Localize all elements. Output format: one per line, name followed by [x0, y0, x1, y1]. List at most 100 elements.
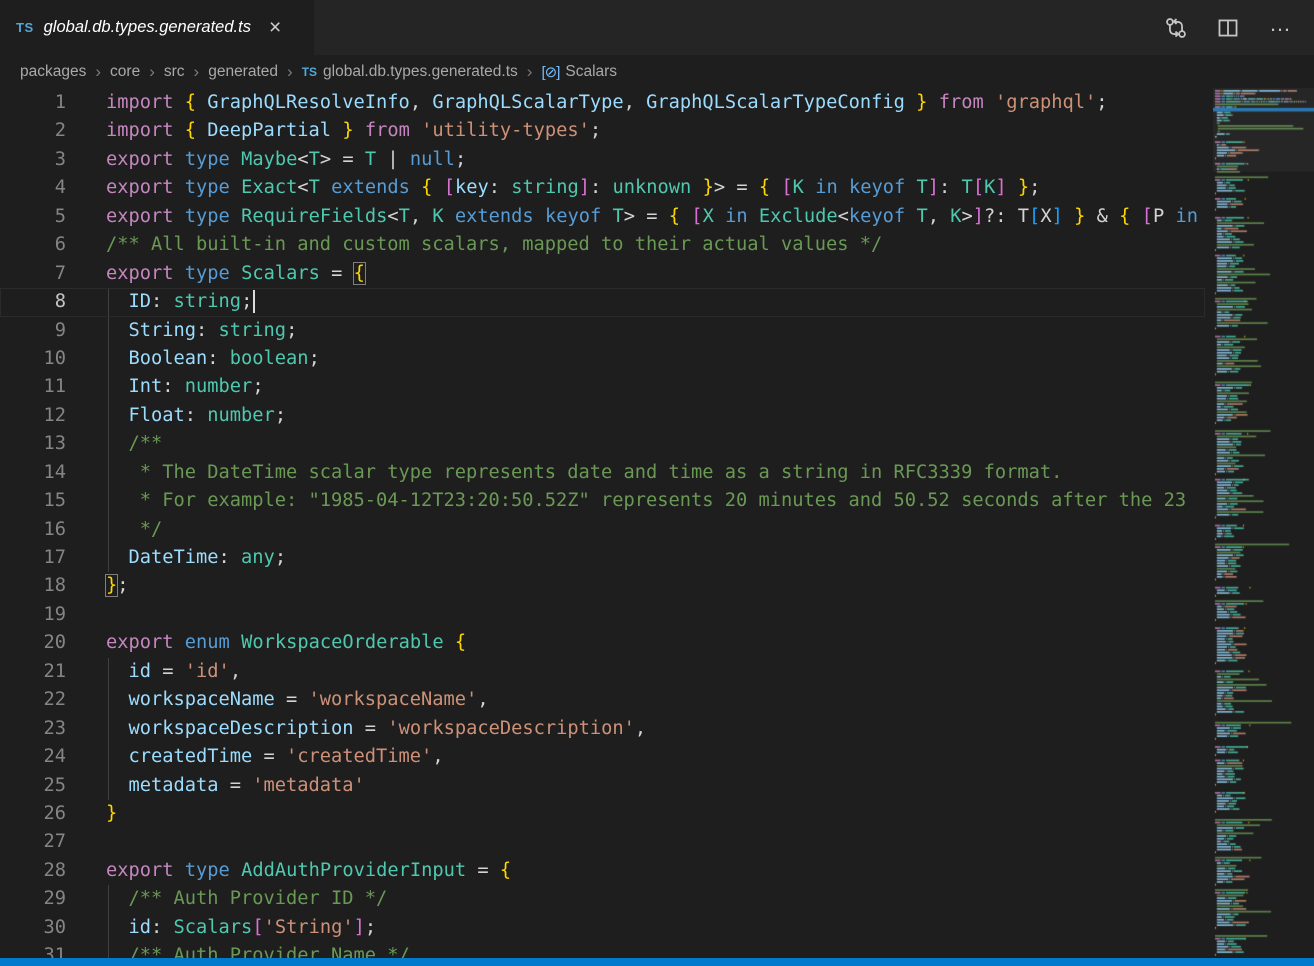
line-number: 3	[0, 146, 66, 174]
line-content: /**	[106, 430, 162, 458]
text-cursor	[253, 290, 255, 313]
line-number: 6	[0, 231, 66, 259]
more-actions-icon[interactable]: …	[1269, 24, 1292, 32]
breadcrumb-separator: ›	[526, 62, 534, 82]
code-line[interactable]: 10 Boolean: boolean;	[0, 345, 1205, 373]
code-line[interactable]: 15 * For example: "1985-04-12T23:20:50.5…	[0, 487, 1205, 515]
line-number: 20	[0, 629, 66, 657]
line-number: 1	[0, 89, 66, 117]
line-content: Float: number;	[106, 402, 286, 430]
code-line[interactable]: 2import { DeepPartial } from 'utility-ty…	[0, 117, 1205, 145]
line-content: workspaceDescription = 'workspaceDescrip…	[106, 715, 646, 743]
breadcrumb-label: core	[110, 63, 140, 81]
line-content: /** All built-in and custom scalars, map…	[106, 231, 882, 259]
line-number: 23	[0, 715, 66, 743]
line-content: Int: number;	[106, 373, 264, 401]
code-line[interactable]: 30 id: Scalars['String'];	[0, 914, 1205, 942]
line-number: 19	[0, 601, 66, 629]
line-number: 27	[0, 828, 66, 856]
line-content: Boolean: boolean;	[106, 345, 320, 373]
line-number: 5	[0, 203, 66, 231]
code-line[interactable]: 21 id = 'id',	[0, 658, 1205, 686]
line-number: 4	[0, 174, 66, 202]
line-number: 30	[0, 914, 66, 942]
tab-bar: TS global.db.types.generated.ts ×	[0, 0, 1314, 55]
code-line[interactable]: 9 String: string;	[0, 317, 1205, 345]
code-line[interactable]: 23 workspaceDescription = 'workspaceDesc…	[0, 715, 1205, 743]
breadcrumb-item-src[interactable]: src	[164, 63, 185, 81]
line-number: 31	[0, 942, 66, 958]
breadcrumb-item-scalars[interactable]: [⊘]Scalars	[541, 63, 617, 81]
line-number: 9	[0, 317, 66, 345]
breadcrumb-label: packages	[20, 63, 86, 81]
breadcrumb-label: global.db.types.generated.ts	[323, 63, 518, 81]
code-line[interactable]: 31 /** Auth Provider Name */	[0, 942, 1205, 958]
breadcrumb-item-packages[interactable]: packages	[20, 63, 86, 81]
breadcrumb-label: Scalars	[565, 63, 617, 81]
code-line[interactable]: 27	[0, 828, 1205, 856]
breadcrumb-label: generated	[208, 63, 278, 81]
line-number: 29	[0, 885, 66, 913]
line-content: export type RequireFields<T, K extends k…	[106, 203, 1205, 231]
line-content: export type Exact<T extends { [key: stri…	[106, 174, 1040, 202]
line-content: String: string;	[106, 317, 297, 345]
line-number: 12	[0, 402, 66, 430]
code-line[interactable]: 24 createdTime = 'createdTime',	[0, 743, 1205, 771]
line-number: 2	[0, 117, 66, 145]
code-line[interactable]: 14 * The DateTime scalar type represents…	[0, 459, 1205, 487]
code-line[interactable]: 29 /** Auth Provider ID */	[0, 885, 1205, 913]
tab-title: global.db.types.generated.ts	[44, 18, 251, 37]
code-line[interactable]: 26}	[0, 800, 1205, 828]
vscode-window: TS global.db.types.generated.ts ×	[0, 0, 1314, 966]
line-number: 16	[0, 516, 66, 544]
split-editor-icon[interactable]	[1217, 17, 1239, 39]
open-changes-icon[interactable]	[1165, 17, 1187, 39]
breadcrumb-item-generated[interactable]: generated	[208, 63, 278, 81]
code-line[interactable]: 28export type AddAuthProviderInput = {	[0, 857, 1205, 885]
code-line[interactable]: 12 Float: number;	[0, 402, 1205, 430]
code-line[interactable]: 7export type Scalars = {	[0, 260, 1205, 288]
typescript-file-icon: TS	[16, 20, 34, 35]
line-content: };	[106, 572, 129, 600]
breadcrumb-label: src	[164, 63, 185, 81]
code-line[interactable]: 13 /**	[0, 430, 1205, 458]
code-line[interactable]: 25 metadata = 'metadata'	[0, 772, 1205, 800]
code-line[interactable]: 11 Int: number;	[0, 373, 1205, 401]
line-number: 17	[0, 544, 66, 572]
editor-actions: …	[1165, 0, 1314, 55]
code-line[interactable]: 17 DateTime: any;	[0, 544, 1205, 572]
line-number: 28	[0, 857, 66, 885]
tab-global-db-types-generated-ts[interactable]: TS global.db.types.generated.ts ×	[0, 0, 314, 55]
breadcrumb-item-core[interactable]: core	[110, 63, 140, 81]
tab-close-icon[interactable]: ×	[269, 17, 281, 38]
breadcrumb-item-global-db-types-generated-ts[interactable]: TSglobal.db.types.generated.ts	[302, 63, 518, 81]
minimap[interactable]	[1213, 88, 1314, 958]
line-content: * The DateTime scalar type represents da…	[106, 459, 1062, 487]
code-line[interactable]: 16 */	[0, 516, 1205, 544]
status-bar[interactable]	[0, 958, 1314, 966]
code-line[interactable]: 1import { GraphQLResolveInfo, GraphQLSca…	[0, 89, 1205, 117]
code-line[interactable]: 4 export type Exact<T extends { [key: str…	[0, 174, 1205, 202]
line-number: 25	[0, 772, 66, 800]
line-content: DateTime: any;	[106, 544, 286, 572]
code-line[interactable]: 5 export type RequireFields<T, K extends …	[0, 203, 1205, 231]
line-number: 14	[0, 459, 66, 487]
line-content: export type Maybe<T> = T | null;	[106, 146, 466, 174]
editor-pane: 1import { GraphQLResolveInfo, GraphQLSca…	[0, 88, 1314, 958]
code-line[interactable]: 19	[0, 601, 1205, 629]
code-line[interactable]: 20export enum WorkspaceOrderable {	[0, 629, 1205, 657]
line-number: 8	[0, 288, 66, 316]
line-number: 24	[0, 743, 66, 771]
code-line[interactable]: 8 ID: string;	[0, 288, 1205, 316]
breadcrumb-separator: ›	[193, 62, 201, 82]
line-content: }	[106, 800, 117, 828]
code-lines[interactable]: 1import { GraphQLResolveInfo, GraphQLSca…	[0, 88, 1205, 958]
code-line[interactable]: 18};	[0, 572, 1205, 600]
code-line[interactable]: 22 workspaceName = 'workspaceName',	[0, 686, 1205, 714]
line-content: id: Scalars['String'];	[106, 914, 376, 942]
line-number: 21	[0, 658, 66, 686]
line-number: 15	[0, 487, 66, 515]
code-line[interactable]: 3 export type Maybe<T> = T | null;	[0, 146, 1205, 174]
line-content: ID: string;	[106, 288, 255, 316]
code-line[interactable]: 6 /** All built-in and custom scalars, ma…	[0, 231, 1205, 259]
